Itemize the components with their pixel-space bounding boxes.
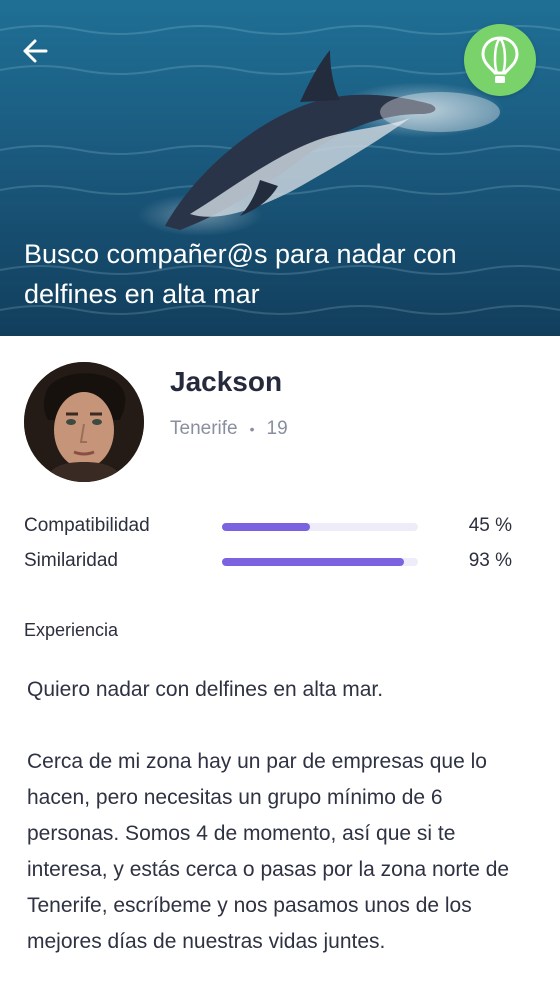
back-button[interactable] [18, 34, 52, 68]
progress-track [222, 558, 418, 566]
user-location: Tenerife [170, 418, 238, 439]
stat-value: 93 % [468, 550, 512, 571]
meta-separator: • [249, 421, 255, 437]
stat-label: Compatibilidad [24, 515, 150, 536]
description-paragraph: Cerca de mi zona hay un par de empresas … [27, 750, 510, 953]
progress-fill [222, 523, 311, 531]
stat-value: 45 % [468, 515, 512, 536]
hot-air-balloon-icon [481, 36, 519, 83]
description-paragraph: Quiero nadar con delfines en alta mar. [27, 678, 384, 701]
stat-label: Similaridad [24, 550, 118, 571]
progress-track [222, 523, 418, 531]
balloon-button[interactable] [464, 24, 536, 96]
arrow-left-icon [23, 39, 48, 63]
user-age: 19 [266, 418, 288, 439]
post-title: Busco compañer@s para nadar con delfines… [24, 239, 457, 309]
stat-compatibilidad: Compatibilidad 45 % [24, 514, 512, 549]
progress-fill [222, 558, 405, 566]
experience-heading: Experiencia [24, 620, 119, 640]
match-stats: Compatibilidad 45 % Similaridad 93 % [24, 514, 512, 584]
experience-description: Quiero nadar con delfines en alta mar. C… [27, 672, 533, 996]
avatar[interactable] [24, 362, 144, 482]
profile-card: Jackson Tenerife • 19 [24, 362, 536, 484]
user-meta: Tenerife • 19 [170, 418, 288, 440]
hero-image: Busco compañer@s para nadar con delfines… [0, 0, 560, 336]
user-name: Jackson [170, 366, 283, 397]
stat-similaridad: Similaridad 93 % [24, 549, 512, 584]
avatar-portrait [24, 362, 144, 482]
